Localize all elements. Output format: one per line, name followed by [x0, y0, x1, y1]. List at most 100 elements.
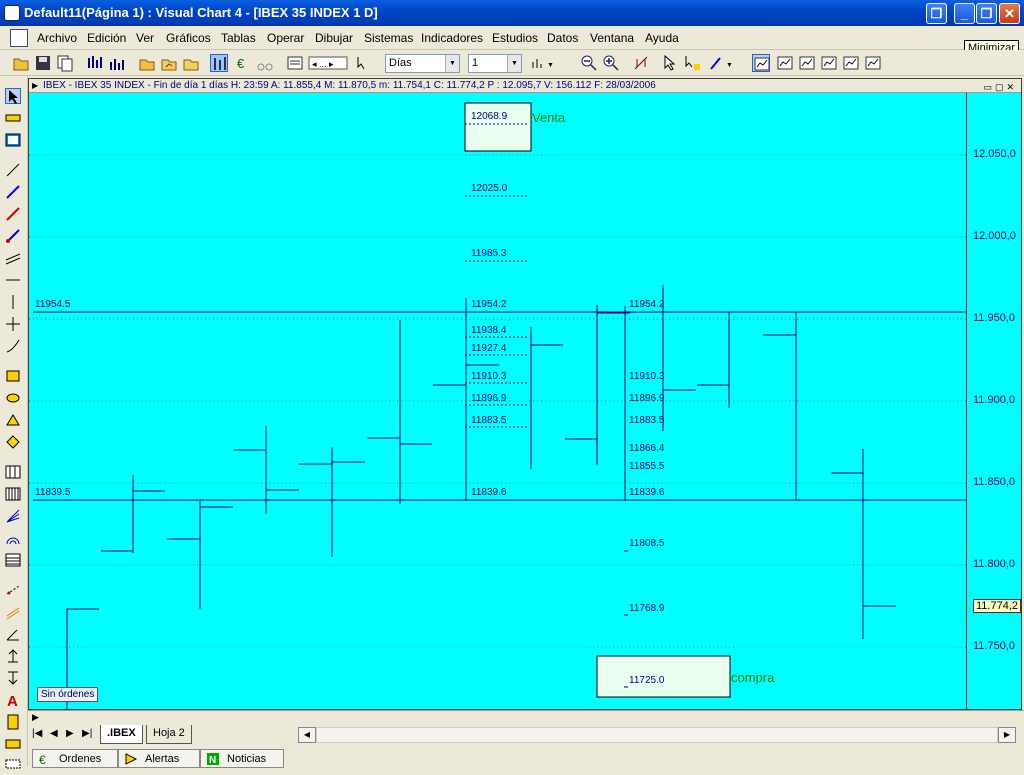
menu-tablas[interactable]: Tablas: [221, 31, 256, 45]
orders-tag[interactable]: Sin órdenes: [37, 687, 99, 702]
arrow-up-icon[interactable]: [5, 648, 21, 664]
menu-dibujar[interactable]: Dibujar: [315, 31, 353, 45]
menu-graficos[interactable]: Gráficos: [166, 31, 211, 45]
chart-type-icon[interactable]: ▼: [530, 54, 558, 72]
scroll-right-button[interactable]: ▶: [998, 727, 1016, 743]
zoom-in-icon[interactable]: [602, 54, 620, 72]
tab-ordenes[interactable]: € Ordenes: [32, 749, 118, 768]
retracement-icon[interactable]: [5, 552, 21, 568]
layout-6-icon[interactable]: [864, 54, 882, 72]
channel-regression-icon[interactable]: [5, 604, 21, 620]
tab-alertas[interactable]: Alertas: [118, 749, 200, 768]
triangle-icon[interactable]: [5, 412, 21, 428]
vertical-line-icon[interactable]: [5, 294, 21, 310]
bar-chart-icon[interactable]: [86, 54, 104, 72]
menu-ayuda[interactable]: Ayuda: [645, 31, 679, 45]
ruler-icon[interactable]: [5, 110, 21, 126]
scissors-icon[interactable]: [256, 54, 274, 72]
menu-estudios[interactable]: Estudios: [492, 31, 538, 45]
trend-line-icon[interactable]: [5, 184, 21, 200]
chart-scroll-strip[interactable]: ▶: [28, 710, 1024, 724]
scroll-arrow-icon[interactable]: ▶: [32, 712, 39, 723]
euro-icon[interactable]: €: [234, 54, 252, 72]
trend-tool-icon[interactable]: [632, 54, 650, 72]
fibonacci-time-icon[interactable]: [5, 486, 21, 502]
tab-ibex[interactable]: .IBEX: [100, 725, 143, 744]
layout-3-icon[interactable]: [798, 54, 816, 72]
menu-datos[interactable]: Datos: [547, 31, 578, 45]
regression-icon[interactable]: [5, 582, 21, 598]
chart-window-buttons[interactable]: ▭▢✕: [983, 80, 1017, 94]
crosshair-tool-icon[interactable]: [210, 54, 228, 72]
pointer-chart-icon[interactable]: [684, 54, 702, 72]
minimize-button[interactable]: _: [954, 3, 975, 24]
folder-page-icon[interactable]: [182, 54, 200, 72]
zoom-out-icon[interactable]: [580, 54, 598, 72]
select-arrow-icon[interactable]: [5, 88, 21, 104]
prev-sheet-button[interactable]: ◀: [50, 728, 58, 739]
zoom-pointer-icon[interactable]: [354, 54, 372, 72]
first-sheet-button[interactable]: |◀: [32, 728, 42, 739]
note-icon[interactable]: [5, 714, 21, 730]
menu-sistemas[interactable]: Sistemas: [364, 31, 413, 45]
maximize-button[interactable]: ❐: [976, 3, 997, 24]
menu-edicion[interactable]: Edición: [87, 31, 126, 45]
line-tool-icon[interactable]: [5, 162, 21, 178]
rectangle-icon[interactable]: [5, 368, 21, 384]
price-plot[interactable]: Venta compra 11954.5 11839.5 12068.9 120…: [29, 93, 966, 709]
pointer-icon[interactable]: [662, 54, 680, 72]
chevron-down-icon[interactable]: ▼: [507, 55, 521, 72]
close-button[interactable]: ✕: [999, 3, 1020, 24]
menu-operar[interactable]: Operar: [267, 31, 304, 45]
menu-ver[interactable]: Ver: [136, 31, 154, 45]
diamond-icon[interactable]: [5, 434, 21, 450]
more-tools-icon[interactable]: [5, 756, 21, 772]
doc-icon[interactable]: [10, 29, 28, 47]
curve-icon[interactable]: [5, 338, 21, 354]
open-icon[interactable]: [12, 54, 30, 72]
horizontal-line-icon[interactable]: [5, 272, 21, 288]
red-line-icon[interactable]: [5, 206, 21, 222]
volume-chart-icon[interactable]: [108, 54, 126, 72]
channel-icon[interactable]: [5, 250, 21, 266]
layout-2-icon[interactable]: [776, 54, 794, 72]
scroll-left-button[interactable]: ◀: [298, 727, 316, 743]
arcs-icon[interactable]: [5, 530, 21, 546]
menu-ventana[interactable]: Ventana: [590, 31, 634, 45]
folder-open-icon[interactable]: [138, 54, 156, 72]
save-icon[interactable]: [34, 54, 52, 72]
period-select[interactable]: Días ▼: [385, 54, 460, 73]
arrow-down-icon[interactable]: [5, 670, 21, 686]
copy-icon[interactable]: [56, 54, 74, 72]
pen-color-icon[interactable]: ▼: [708, 54, 736, 72]
count-select[interactable]: 1 ▼: [468, 54, 522, 73]
sheet-scrollbar[interactable]: [316, 727, 998, 743]
menu-indicadores[interactable]: Indicadores: [421, 31, 483, 45]
layout-1-icon[interactable]: [752, 54, 770, 72]
tab-noticias[interactable]: N Noticias: [200, 749, 284, 768]
tab-hoja-2[interactable]: Hoja 2: [146, 725, 192, 744]
cross-line-icon[interactable]: [5, 316, 21, 332]
ellipse-icon[interactable]: [5, 390, 21, 406]
restore-app-icon[interactable]: ❐: [926, 3, 947, 24]
scroll-control[interactable]: ◂ ... ▸: [308, 54, 348, 72]
chevron-down-icon[interactable]: ▼: [445, 55, 459, 72]
label-icon[interactable]: [5, 736, 21, 752]
angle-icon[interactable]: [5, 626, 21, 642]
frame-icon[interactable]: [5, 132, 21, 148]
chart-window[interactable]: ▶ IBEX - IBEX 35 INDEX - Fin de día 1 dí…: [28, 78, 1022, 710]
menu-archivo[interactable]: Archivo: [37, 31, 77, 45]
layout-4-icon[interactable]: [820, 54, 838, 72]
gann-fan-icon[interactable]: [5, 508, 21, 524]
layout-5-icon[interactable]: [842, 54, 860, 72]
folder-chart-icon[interactable]: [160, 54, 178, 72]
next-sheet-button[interactable]: ▶: [66, 728, 74, 739]
price-axis[interactable]: 12.050,0 12.000,0 11.950,0 11.900,0 11.8…: [966, 93, 1022, 709]
text-tool-icon[interactable]: A: [5, 692, 21, 710]
fibonacci-icon[interactable]: [5, 464, 21, 480]
caption-arrow-icon[interactable]: ▶: [32, 79, 38, 93]
ray-line-icon[interactable]: [5, 228, 21, 244]
properties-icon[interactable]: [286, 54, 304, 72]
app-icon[interactable]: [4, 5, 20, 21]
last-sheet-button[interactable]: ▶|: [82, 728, 92, 739]
